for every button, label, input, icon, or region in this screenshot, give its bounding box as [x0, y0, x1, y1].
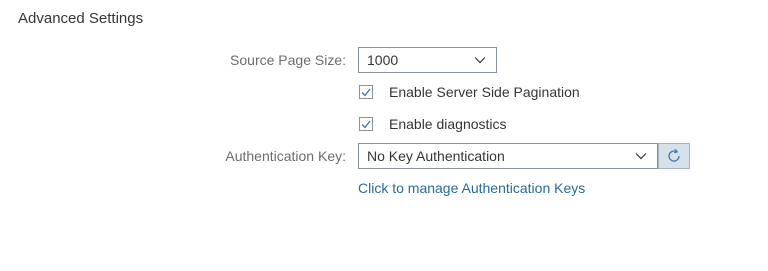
source-page-size-value: 1000	[367, 52, 399, 68]
server-side-pagination-label: Enable Server Side Pagination	[389, 84, 580, 100]
chevron-down-icon	[633, 148, 649, 164]
manage-authentication-keys-link[interactable]: Click to manage Authentication Keys	[358, 180, 585, 196]
diagnostics-option[interactable]: Enable diagnostics	[359, 114, 507, 134]
section-title: Advanced Settings	[18, 10, 144, 27]
server-side-pagination-option[interactable]: Enable Server Side Pagination	[359, 82, 580, 102]
refresh-button[interactable]	[658, 143, 690, 169]
authentication-key-select[interactable]: No Key Authentication	[358, 143, 658, 169]
diagnostics-checkbox[interactable]	[359, 117, 373, 131]
checkmark-icon	[361, 88, 371, 97]
refresh-icon	[668, 148, 680, 162]
authentication-key-label: Authentication Key:	[225, 148, 346, 164]
chevron-down-icon	[472, 52, 488, 68]
diagnostics-label: Enable diagnostics	[389, 116, 507, 132]
advanced-settings-panel: Advanced Settings Source Page Size: 1000…	[0, 0, 768, 271]
checkmark-icon	[361, 120, 371, 129]
authentication-key-value: No Key Authentication	[367, 148, 505, 164]
source-page-size-select[interactable]: 1000	[358, 47, 497, 73]
source-page-size-label: Source Page Size:	[230, 52, 346, 68]
server-side-pagination-checkbox[interactable]	[359, 85, 373, 99]
